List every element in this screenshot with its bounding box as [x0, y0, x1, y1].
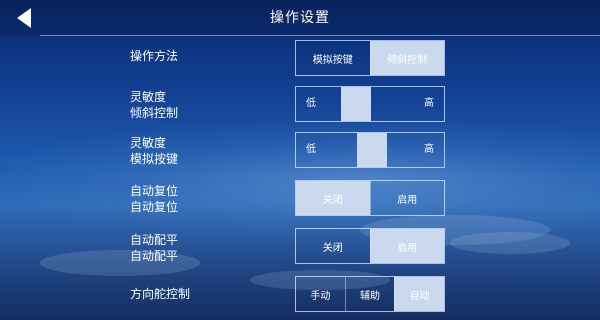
rudder-control-label: 方向舵控制 [130, 286, 270, 302]
top-bar: 操作设置 [0, 0, 600, 36]
title-divider [40, 35, 600, 36]
sensitivity-keys-label-line2: 模拟按键 [130, 152, 179, 166]
option-auto[interactable]: 自动 [394, 277, 445, 311]
back-arrow-icon [17, 8, 31, 28]
option-off[interactable]: 关闭 [296, 229, 370, 263]
slider-thumb[interactable] [341, 87, 371, 121]
option-manual[interactable]: 手动 [296, 277, 345, 311]
sensitivity-keys-label: 灵敏度 模拟按键 [130, 135, 270, 167]
operation-method-label: 操作方法 [130, 48, 270, 64]
auto-trim-label-line1: 自动配平 [130, 233, 179, 247]
sensitivity-keys-slider[interactable]: 低 高 [295, 132, 445, 168]
slider-low-label: 低 [306, 98, 316, 109]
option-tilt-control[interactable]: 倾斜控制 [369, 41, 444, 75]
cloud [450, 232, 570, 254]
auto-reset-label: 自动复位 自动复位 [130, 183, 270, 215]
sensitivity-tilt-label-line1: 灵敏度 [130, 90, 167, 104]
slider-high-label: 高 [424, 144, 434, 155]
slider-thumb[interactable] [357, 133, 387, 167]
sensitivity-tilt-slider[interactable]: 低 高 [295, 86, 445, 122]
operation-method-label-text: 操作方法 [130, 49, 179, 63]
back-button[interactable] [10, 4, 38, 32]
operation-method-toggle: 模拟按键 倾斜控制 [295, 40, 445, 76]
rudder-control-toggle: 手动 辅助 自动 [295, 276, 445, 312]
auto-reset-label-line2: 自动复位 [130, 200, 179, 214]
slider-low-label: 低 [306, 144, 316, 155]
sensitivity-keys-label-line1: 灵敏度 [130, 136, 167, 150]
auto-trim-label-line2: 自动配平 [130, 249, 179, 263]
option-simulated-keys[interactable]: 模拟按键 [296, 41, 370, 75]
rudder-control-label-text: 方向舵控制 [130, 287, 191, 301]
option-off[interactable]: 关闭 [296, 181, 370, 215]
auto-trim-label: 自动配平 自动配平 [130, 232, 270, 264]
auto-reset-toggle: 关闭 启用 [295, 180, 445, 216]
option-assist[interactable]: 辅助 [344, 277, 395, 311]
auto-trim-toggle: 关闭 启用 [295, 228, 445, 264]
option-on[interactable]: 启用 [369, 229, 444, 263]
auto-reset-label-line1: 自动复位 [130, 184, 179, 198]
page-title: 操作设置 [270, 10, 330, 26]
option-on[interactable]: 启用 [369, 181, 445, 215]
sensitivity-tilt-label: 灵敏度 倾斜控制 [130, 89, 270, 121]
slider-high-label: 高 [424, 98, 434, 109]
sensitivity-tilt-label-line2: 倾斜控制 [130, 106, 179, 120]
